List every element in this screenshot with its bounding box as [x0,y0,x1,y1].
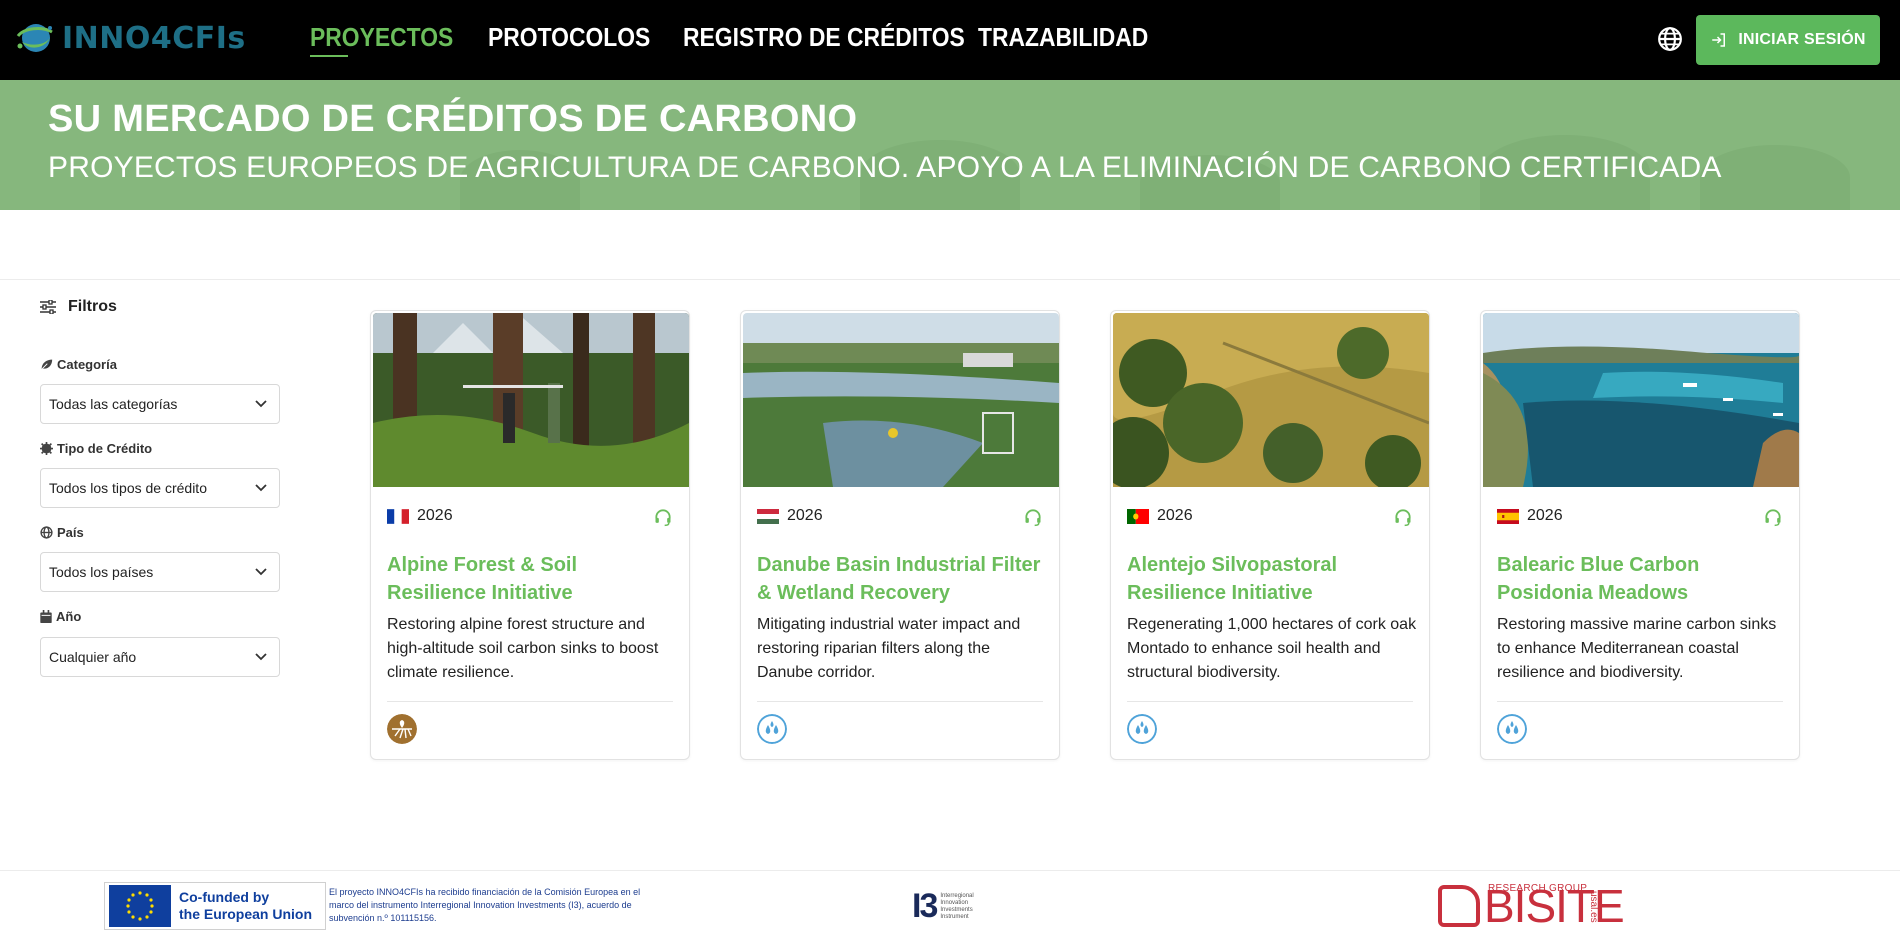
headset-icon[interactable] [653,507,673,527]
project-image-wetland [743,313,1059,487]
project-card[interactable]: 2026 Danube Basin Industrial Filter & We… [740,310,1060,760]
filter-label-pais: País [40,525,84,540]
globe-icon [40,526,53,539]
nav-proyectos[interactable]: PROYECTOS [310,22,453,53]
sign-in-icon [1712,33,1726,47]
project-year: 2026 [787,507,823,524]
project-title[interactable]: Alentejo Silvopastoral Resilience Initia… [1127,551,1417,607]
headset-icon[interactable] [1023,507,1043,527]
filters-heading: Filtros [40,298,117,316]
hero-title: SU MERCADO DE CRÉDITOS DE CARBONO [48,98,858,140]
project-card[interactable]: 2026 Alentejo Silvopastoral Resilience I… [1110,310,1430,760]
calendar-icon [40,610,52,623]
funding-note: El proyecto INNO4CFIs ha recibido financ… [329,887,641,923]
eu-label-line2: the European Union [179,906,312,922]
flag-spain-icon [1497,508,1519,524]
country-select[interactable]: Todos los países [40,552,280,592]
project-meta: 2026 [757,507,823,525]
category-select[interactable]: Todas las categorías [40,384,280,424]
headset-icon[interactable] [1763,507,1783,527]
login-label: INICIAR SESIÓN [1738,31,1866,48]
hero-tree-silhouette [1700,145,1850,210]
project-description: Mitigating industrial water impact and r… [757,616,1021,681]
project-description: Regenerating 1,000 hectares of cork oak … [1127,616,1417,681]
filter-label-ano: Año [40,609,81,624]
card-divider [1127,701,1413,702]
project-title[interactable]: Alpine Forest & Soil Resilience Initiati… [387,551,677,607]
project-meta: 2026 [387,507,453,525]
flag-portugal-icon [1127,508,1149,524]
card-divider [387,701,673,702]
credit-type-select-value: Todos los tipos de crédito [49,480,207,496]
project-image-posidonia [1483,313,1799,487]
project-description: Restoring massive marine carbon sinks to… [1497,616,1777,681]
card-divider [1497,701,1783,702]
bisite-mark-icon [1438,885,1480,927]
hero-subtitle: PROYECTOS EUROPEOS DE AGRICULTURA DE CAR… [48,151,1722,184]
brand-logo[interactable]: INNO4CFIs [14,20,246,56]
eu-flag-icon [109,885,171,927]
filter-label-text: Categoría [57,357,117,372]
bisite-research-group: RESEARCH GROUP [1488,883,1588,894]
project-year: 2026 [417,507,453,524]
logo-globe-icon [16,24,53,52]
i3-logo: I3 Interregional Innovation Investments … [912,887,982,926]
top-navigation-bar: INNO4CFIs PROYECTOS PROTOCOLOS REGISTRO … [0,0,1900,80]
nav-trazabilidad[interactable]: TRAZABILIDAD [978,22,1148,53]
chevron-down-icon [255,568,267,576]
filter-label-text: País [57,525,84,540]
globe-icon[interactable] [1657,26,1683,52]
credit-type-select[interactable]: Todos los tipos de crédito [40,468,280,508]
country-select-value: Todos los países [49,564,154,580]
logo-text: INNO4CFIs [62,20,246,56]
eu-label-line1: Co-funded by [179,889,270,905]
flag-hungary-icon [757,508,779,524]
bisite-usal: usal.es [1588,891,1599,923]
filter-label-categoria: Categoría [40,357,117,372]
project-title[interactable]: Balearic Blue Carbon Posidonia Meadows [1497,551,1787,607]
project-meta: 2026 [1127,507,1193,525]
project-year: 2026 [1157,507,1193,524]
chevron-down-icon [255,400,267,408]
footer: Co-funded by the European Union El proye… [0,870,1900,940]
headset-icon[interactable] [1393,507,1413,527]
filters-title: Filtros [68,298,117,315]
year-select-value: Cualquier año [49,649,137,665]
project-title[interactable]: Danube Basin Industrial Filter & Wetland… [757,551,1047,607]
card-divider [757,701,1043,702]
flag-france-icon [387,508,409,524]
project-image-forest [373,313,689,487]
hero-banner: SU MERCADO DE CRÉDITOS DE CARBONO PROYEC… [0,80,1900,210]
water-drops-icon [757,714,787,744]
chevron-down-icon [255,653,267,661]
section-divider [0,279,1900,280]
seal-icon [40,442,53,455]
filter-label-text: Año [56,609,82,624]
project-year: 2026 [1527,507,1563,524]
sliders-icon [40,300,56,314]
chevron-down-icon [255,484,267,492]
nav-protocolos[interactable]: PROTOCOLOS [488,22,650,53]
i3-text: Interregional Innovation Investments Ins… [940,892,974,920]
project-card[interactable]: 2026 Balearic Blue Carbon Posidonia Mead… [1480,310,1800,760]
nav-active-underline [310,55,348,57]
bisite-logo: BISITE RESEARCH GROUP usal.es [1438,883,1625,929]
year-select[interactable]: Cualquier año [40,637,280,677]
i3-mark: I3 [912,887,938,925]
leaf-icon [40,359,53,371]
filter-label-text: Tipo de Crédito [57,441,153,456]
filter-label-tipo-credito: Tipo de Crédito [40,441,152,456]
nav-registro-creditos[interactable]: REGISTRO DE CRÉDITOS [683,22,965,53]
project-meta: 2026 [1497,507,1563,525]
eu-cofunded-logo: Co-funded by the European Union [104,882,326,930]
category-select-value: Todas las categorías [49,396,178,412]
project-description: Restoring alpine forest structure and hi… [387,616,659,681]
soil-icon [387,714,417,744]
water-drops-icon [1127,714,1157,744]
project-card[interactable]: 2026 Alpine Forest & Soil Resilience Ini… [370,310,690,760]
login-button[interactable]: INICIAR SESIÓN [1696,15,1880,65]
project-image-montado [1113,313,1429,487]
water-drops-icon [1497,714,1527,744]
